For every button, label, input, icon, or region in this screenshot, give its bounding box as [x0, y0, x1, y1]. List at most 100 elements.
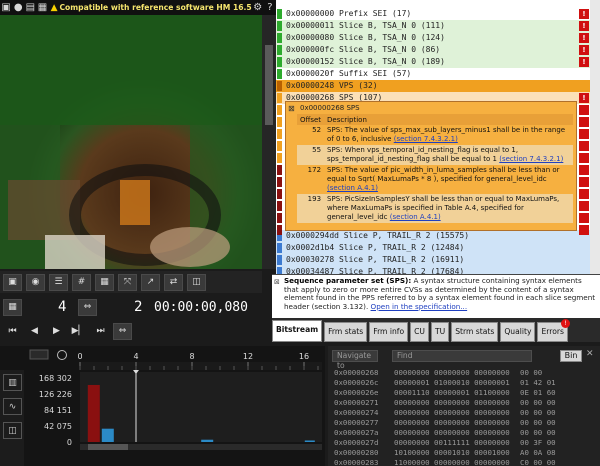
nal-type-marker	[277, 9, 282, 19]
nal-row[interactable]: 0x0002d1b4 Slice P, TRAIL_R 2 (12484)	[276, 242, 590, 254]
grid-icon[interactable]: #	[72, 273, 91, 291]
warning-icon: ▲	[50, 2, 58, 13]
video-frame[interactable]	[0, 15, 262, 269]
nal-scrollbar[interactable]	[590, 0, 600, 274]
gear-icon[interactable]: ⚙	[252, 0, 264, 15]
nal-row[interactable]: 0x00000000 Prefix SEI (17)!	[276, 8, 590, 20]
nal-row[interactable]: 0x0000294dd Slice P, TRAIL_R 2 (15575)	[276, 230, 590, 242]
error-icon[interactable]: !	[579, 45, 589, 55]
x-tick-label: 4	[133, 352, 138, 361]
tab-errors[interactable]: Errors!	[537, 319, 570, 342]
tab-strm-stats[interactable]: Strm stats	[451, 322, 499, 342]
close-icon[interactable]: ✕	[586, 349, 594, 359]
nal-row[interactable]: 0x0000020f Suffix SEI (57)	[276, 68, 590, 80]
rgb-icon[interactable]: ◉	[26, 273, 45, 291]
tab-frm-stats[interactable]: Frm stats	[324, 322, 368, 342]
picture-icon[interactable]: ▣	[3, 273, 22, 291]
compare-icon[interactable]: ◫	[187, 273, 206, 291]
hex-bits: 11000000 00000000 00000000	[394, 458, 510, 466]
nal-type-marker	[277, 57, 282, 67]
line-chart-icon[interactable]: ∿	[3, 398, 22, 415]
scroll-thumb[interactable]	[265, 45, 273, 125]
error-icon[interactable]	[579, 117, 589, 127]
tab-bitstream[interactable]: Bitstream	[272, 320, 323, 342]
nal-row[interactable]: 0x000000fc Slice B, TSA_N 0 (86)!	[276, 44, 590, 56]
tab-tu[interactable]: TU	[430, 322, 450, 342]
bin-toggle-button[interactable]: Bin	[560, 350, 582, 362]
nal-row[interactable]: 0x00030278 Slice P, TRAIL_R 2 (16911)	[276, 254, 590, 266]
navigate-input[interactable]: Navigate to	[332, 350, 378, 370]
first-frame-icon[interactable]: ⏮	[3, 323, 22, 340]
play-icon[interactable]: ▶	[47, 323, 66, 340]
error-icon[interactable]	[579, 141, 589, 151]
error-icon[interactable]	[579, 189, 589, 199]
export-icon[interactable]: ▦	[36, 0, 48, 15]
open-spec-link[interactable]: Open in the specification...	[371, 302, 468, 311]
error-icon[interactable]	[579, 201, 589, 211]
nal-row[interactable]: 0x00034487 Slice P, TRAIL_R 2 (17684)	[276, 266, 590, 274]
error-icon[interactable]: !	[579, 21, 589, 31]
step-icon[interactable]: ⇔	[78, 298, 97, 316]
hex-bits: 00001110 00000001 01100000	[394, 388, 510, 397]
chart-bar	[201, 439, 214, 442]
tab-quality[interactable]: Quality	[500, 322, 536, 342]
spec-section-link[interactable]: (section A.4.1)	[390, 213, 441, 221]
open-file-icon[interactable]: ▣	[0, 0, 12, 15]
grid-fine-icon[interactable]: ▦	[95, 273, 114, 291]
error-icon[interactable]: !	[579, 57, 589, 67]
nal-type-marker	[277, 189, 282, 199]
spec-section-link[interactable]: (section 7.4.3.2.1)	[499, 155, 563, 163]
chart-sidebar: ▥ ∿ ◫	[0, 370, 24, 466]
video-icon[interactable]: ◫	[3, 422, 22, 439]
error-icon[interactable]	[579, 213, 589, 223]
help-icon[interactable]: ?	[264, 0, 276, 15]
nal-type-marker	[277, 93, 282, 103]
prev-frame-icon[interactable]: ◀	[25, 323, 44, 340]
spec-section-link[interactable]: (section A.4.1)	[327, 184, 378, 192]
nal-type-marker	[277, 117, 282, 127]
nal-row[interactable]: 0x00000152 Slice B, TSA_N 0 (189)!	[276, 56, 590, 68]
loop-icon[interactable]: ⇔	[113, 322, 132, 340]
hex-hex: 0E 01 60	[520, 388, 556, 397]
next-frame-icon[interactable]: ▶▏	[69, 323, 88, 340]
tile-icon[interactable]: ▦	[3, 298, 22, 316]
spec-section-link[interactable]: (section 7.4.3.2.1)	[394, 135, 458, 143]
error-icon[interactable]: !	[579, 33, 589, 43]
mode-icon[interactable]: ⇄	[164, 273, 183, 291]
nal-type-marker	[277, 165, 282, 175]
list-icon[interactable]: ☰	[49, 273, 68, 291]
error-icon[interactable]	[579, 105, 589, 115]
error-icon[interactable]	[579, 153, 589, 163]
tab-frm-info[interactable]: Frm info	[369, 322, 409, 342]
hex-bits: 10100000 00001010 00001000	[394, 448, 510, 457]
nal-row[interactable]: 0x00000080 Slice B, TSA_N 0 (124)!	[276, 32, 590, 44]
nal-row-text: 0x00000000 Prefix SEI (17)	[286, 9, 412, 18]
nal-row[interactable]: 0x00000248 VPS (32)	[276, 80, 590, 92]
last-frame-icon[interactable]: ⏭	[91, 323, 110, 340]
error-icon[interactable]	[579, 225, 589, 235]
save-icon[interactable]: ▤	[24, 0, 36, 15]
video-scrollbar[interactable]	[262, 15, 276, 269]
hex-bits: 00000001 01000010 00000001	[394, 378, 510, 387]
vector-icon[interactable]: ↗	[141, 273, 160, 291]
pin-icon[interactable]: ⊠	[274, 278, 280, 286]
bitrate-chart[interactable]: 168 302 126 226 84 151 42 075 0 0 4 8 12 16	[0, 346, 325, 466]
error-icon[interactable]	[579, 129, 589, 139]
nal-row[interactable]: 0x00000011 Slice B, TSA_N 0 (111)!	[276, 20, 590, 32]
error-badge: !	[560, 319, 570, 328]
nal-row-text: 0x0000020f Suffix SEI (57)	[286, 69, 412, 78]
error-icon[interactable]: !	[579, 93, 589, 103]
error-icon[interactable]	[579, 165, 589, 175]
error-icon[interactable]: !	[579, 9, 589, 19]
bar-chart-icon[interactable]: ▥	[3, 374, 22, 391]
error-icon[interactable]	[579, 177, 589, 187]
motion-icon[interactable]: ⤧	[118, 273, 137, 291]
hex-addr: 0x00000283	[334, 458, 379, 466]
tooltip-pin-icon[interactable]: ⊠	[288, 104, 295, 113]
play-circle-icon[interactable]: ●	[12, 0, 24, 15]
tooltip-text: SPS: The value of pic_width_in_luma_samp…	[327, 166, 560, 183]
find-input[interactable]: Find	[392, 350, 532, 362]
tab-cu[interactable]: CU	[410, 322, 429, 342]
tab-label: TU	[434, 327, 446, 336]
nal-row-text: 0x00000011 Slice B, TSA_N 0 (111)	[286, 21, 445, 30]
